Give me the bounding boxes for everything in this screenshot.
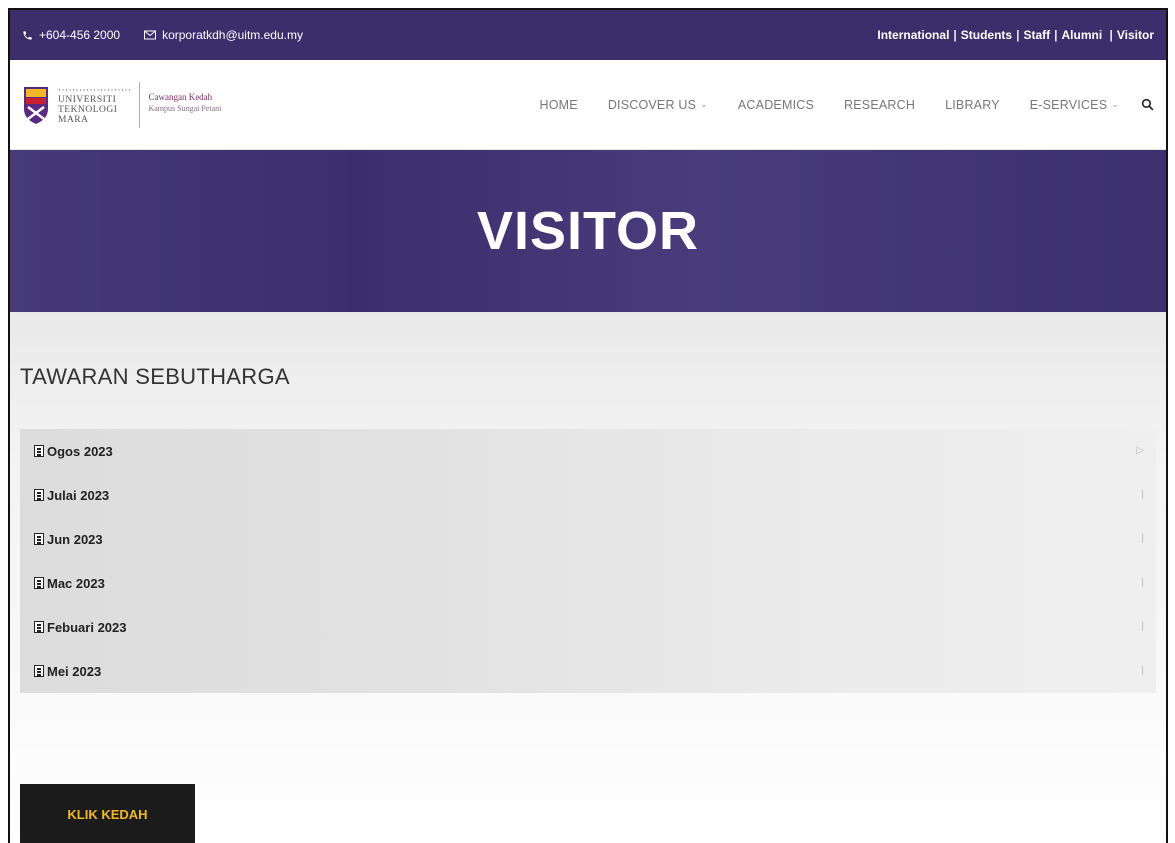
document-icon [34,621,44,633]
accordion-item[interactable]: Ogos 2023 ▷ [20,429,1156,473]
campus-subtitle: Kampus Sungai Petani [148,103,222,113]
logo-line-1: UNIVERSITI [58,94,117,105]
university-name: ····················· UNIVERSITI TEKNOLO… [58,84,132,125]
chevron-right-icon: ▷ [1136,445,1144,456]
campus-name: Cawangan Kedah Kampus Sungai Petani [148,92,221,114]
document-icon [34,577,44,589]
phone-contact[interactable]: +604-456 2000 [22,28,120,42]
section-title: TAWARAN SEBUTHARGA [20,364,290,389]
link-separator: | [953,28,957,42]
document-icon [34,445,44,457]
search-icon[interactable] [1141,98,1154,111]
phone-number: +604-456 2000 [39,28,121,42]
link-separator: | [1106,28,1113,42]
nav-e-services[interactable]: E-SERVICES ⌄ [1030,98,1119,112]
link-staff[interactable]: Staff [1023,28,1050,42]
main-content: TAWARAN SEBUTHARGA Ogos 2023 ▷ Julai 202… [10,312,1166,843]
klik-kedah-button[interactable]: KLIK KEDAH [20,784,195,843]
page-title: VISITOR [476,201,700,261]
nav-library[interactable]: LIBRARY [945,98,1000,112]
campus-title: Cawangan Kedah [148,91,213,102]
nav-home[interactable]: HOME [540,98,578,112]
document-icon [34,489,44,501]
klik-kedah-label: KLIK KEDAH [67,806,148,822]
accordion-item[interactable]: Julai 2023 | [20,473,1156,517]
accordion-item[interactable]: Mei 2023 | [20,649,1156,693]
chevron-right-icon: | [1141,621,1144,632]
link-international[interactable]: International [877,28,949,42]
nav-home-label: HOME [539,97,578,112]
nav-academics[interactable]: ACADEMICS [738,98,814,112]
nav-discover-us[interactable]: DISCOVER US ⌄ [608,98,708,112]
link-separator: | [1016,28,1020,42]
nav-academics-label: ACADEMICS [737,97,815,112]
logo-divider [139,81,141,128]
uitm-crest-icon [24,86,48,124]
nav-eservices-label: E-SERVICES [1029,97,1108,112]
link-visitor[interactable]: Visitor [1117,28,1154,42]
chevron-down-icon: ⌄ [700,99,708,109]
link-alumni[interactable]: Alumni [1062,28,1103,42]
logo-line-3: MARA [58,114,89,125]
accordion-item-label: Mei 2023 [47,663,102,679]
main-nav: HOME DISCOVER US ⌄ ACADEMICS RESEARCH LIB… [540,98,1155,112]
audience-links: International | Students | Staff | Alumn… [877,28,1154,42]
chevron-right-icon: | [1141,665,1144,676]
accordion-item-label: Julai 2023 [47,487,110,503]
chevron-down-icon: ⌄ [1111,99,1119,109]
chevron-right-icon: | [1141,533,1144,544]
mail-icon [144,30,157,40]
tender-accordion: Ogos 2023 ▷ Julai 2023 | Jun 2023 | Mac … [20,429,1156,693]
nav-discover-label: DISCOVER US [607,97,697,112]
accordion-item-label: Jun 2023 [47,531,103,547]
accordion-item-label: Ogos 2023 [47,443,113,459]
email-address: korporatkdh@uitm.edu.my [162,28,303,42]
page-banner: VISITOR [10,150,1166,312]
chevron-right-icon: | [1141,577,1144,588]
nav-research-label: RESEARCH [844,97,916,112]
site-header: ····················· UNIVERSITI TEKNOLO… [10,60,1166,150]
link-separator: | [1054,28,1058,42]
browser-frame: +604-456 2000 korporatkdh@uitm.edu.my In… [8,8,1168,843]
uitm-logo[interactable]: ····················· UNIVERSITI TEKNOLO… [22,81,221,128]
link-students[interactable]: Students [961,28,1012,42]
accordion-item-label: Febuari 2023 [47,619,127,635]
email-contact[interactable]: korporatkdh@uitm.edu.my [144,28,303,42]
accordion-item-label: Mac 2023 [47,575,105,591]
nav-research[interactable]: RESEARCH [844,98,915,112]
phone-icon [23,30,32,40]
nav-library-label: LIBRARY [945,97,1000,112]
accordion-item[interactable]: Febuari 2023 | [20,605,1156,649]
logo-line-2: TEKNOLOGI [58,104,118,115]
document-icon [34,665,44,677]
top-bar: +604-456 2000 korporatkdh@uitm.edu.my In… [10,10,1166,60]
accordion-item[interactable]: Mac 2023 | [20,561,1156,605]
accordion-item[interactable]: Jun 2023 | [20,517,1156,561]
document-icon [34,533,44,545]
chevron-right-icon: | [1141,489,1144,500]
